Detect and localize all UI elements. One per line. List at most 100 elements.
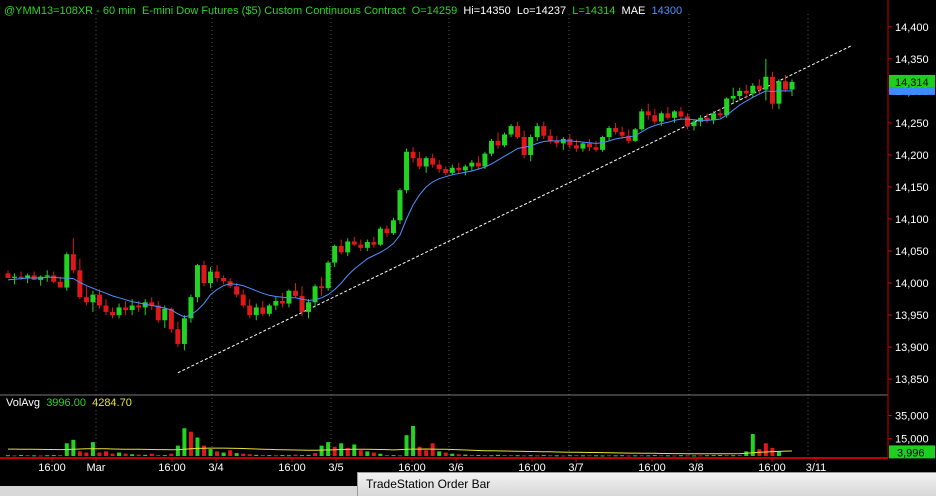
candle-body (123, 307, 129, 310)
volume-bar (724, 455, 729, 457)
volume-bar (665, 455, 670, 457)
volume-bar (32, 455, 37, 457)
candle-body (698, 117, 704, 122)
candle-body (430, 158, 436, 165)
volume-bar (391, 455, 396, 457)
time-axis-label: Mar (87, 462, 106, 474)
volume-bar (51, 455, 56, 457)
volume-bar (319, 445, 324, 456)
volume-bar (378, 453, 383, 456)
candle-body (534, 126, 540, 138)
volume-bar (476, 454, 481, 456)
candle-body (495, 140, 501, 146)
volume-bar (554, 455, 559, 457)
volume-bar (620, 455, 625, 457)
candle-body (404, 151, 410, 191)
candle-body (763, 76, 769, 90)
volume-bar (156, 454, 161, 456)
volume-bar (417, 446, 422, 456)
candle-body (234, 286, 240, 295)
candle-body (162, 308, 168, 321)
volume-bar (25, 455, 30, 457)
price-axis-label: 14,100 (895, 214, 929, 226)
candle-body (279, 301, 285, 304)
volume-bar (613, 455, 618, 457)
last-price-tag-text: 14,314 (895, 77, 929, 89)
volume-bar (580, 455, 585, 457)
volume-bar (365, 451, 370, 456)
volume-bar (672, 455, 677, 457)
candle-body (488, 140, 494, 154)
candle-body (384, 228, 390, 234)
volume-bar (718, 454, 723, 456)
volume-bar (678, 455, 683, 457)
candle-body (580, 143, 586, 149)
candle-body (390, 220, 396, 234)
volume-bar (149, 453, 154, 456)
candle-body (789, 81, 795, 90)
volume-bar (38, 455, 43, 457)
candle-body (671, 111, 677, 118)
candle-body (423, 158, 429, 167)
order-bar-panel[interactable]: TradeStation Order Bar (357, 472, 936, 496)
volume-bar (169, 453, 174, 456)
volume-bar (535, 455, 540, 457)
volume-bar (430, 443, 435, 456)
volume-bar (188, 431, 193, 456)
volume-bar (776, 451, 781, 456)
volume-bar (241, 453, 246, 456)
volume-bar (404, 435, 409, 456)
volume-bar (371, 452, 376, 456)
last-volume-tag-text: 3,996 (897, 447, 925, 459)
time-axis-label: 3/4 (208, 462, 223, 474)
candle-body (240, 294, 246, 306)
candle-body (567, 138, 573, 146)
candle-body (586, 143, 592, 148)
volume-bar (182, 428, 187, 456)
candle-body (364, 242, 370, 248)
candle-body (116, 307, 122, 316)
chart-canvas[interactable]: 14,40014,35014,30014,25014,20014,15014,1… (0, 0, 936, 496)
volavg-line (8, 447, 793, 455)
candle-body (665, 113, 671, 118)
volume-bar (267, 455, 272, 457)
volume-bar (567, 455, 572, 457)
volume-bar (652, 455, 657, 457)
candle-body (743, 90, 749, 94)
volume-bar (19, 454, 24, 456)
candle-body (319, 286, 325, 289)
candle-body (475, 162, 481, 167)
candle-body (273, 301, 279, 306)
volume-bar (84, 452, 89, 456)
candle-body (678, 111, 684, 117)
candle-body (266, 305, 272, 314)
candle-body (90, 294, 96, 303)
price-axis-label: 14,050 (895, 246, 929, 258)
volume-bar (58, 454, 63, 456)
candle-body (593, 147, 599, 150)
volume-bar (639, 455, 644, 457)
volume-axis-label: 35,000 (895, 411, 929, 423)
candle-body (541, 126, 547, 136)
volume-bar (731, 455, 736, 457)
indicator-value: 14300 (651, 5, 683, 17)
volume-bar (424, 450, 429, 456)
volume-bar (437, 451, 442, 456)
scroll-strip[interactable] (0, 486, 357, 496)
last-value: L=14314 (572, 5, 616, 17)
price-axis-label: 13,900 (895, 342, 929, 354)
price-axis-label: 14,400 (895, 22, 929, 34)
volume-bar (522, 455, 527, 457)
candle-body (756, 85, 762, 90)
volume-bar (293, 454, 298, 456)
candle-body (358, 244, 364, 248)
time-axis-label: 16:00 (38, 462, 66, 474)
candle-body (44, 275, 50, 277)
open-value: O=14259 (411, 5, 458, 17)
volavg-value1: 3996.00 (46, 397, 86, 409)
indicator-name: MAE (621, 5, 646, 17)
volume-bar (326, 442, 331, 456)
candle-body (175, 329, 181, 344)
candle-body (658, 113, 664, 122)
candle-body (57, 281, 63, 288)
